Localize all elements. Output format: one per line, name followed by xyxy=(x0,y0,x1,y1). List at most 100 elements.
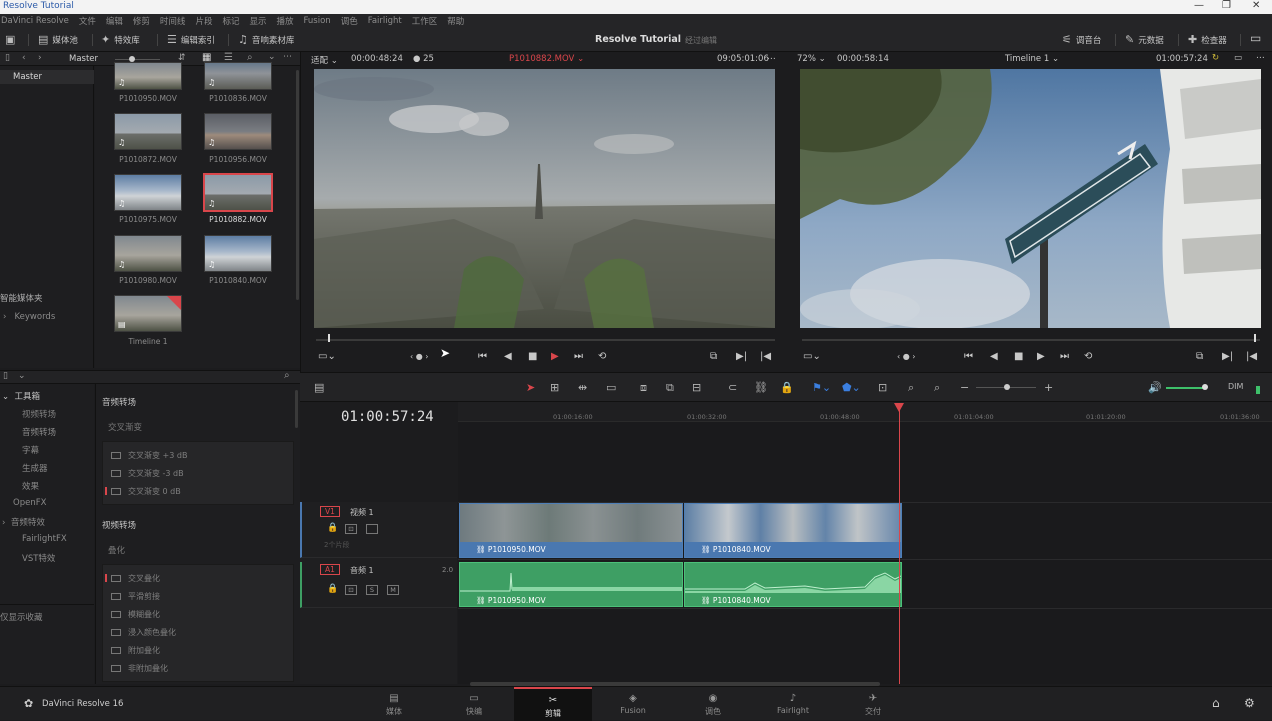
video-track-name[interactable]: 视频 1 xyxy=(350,507,374,518)
toolbox-heading[interactable]: ⌄ 工具箱 xyxy=(2,390,40,402)
inspector-button[interactable]: ✚ 检查器 xyxy=(1188,33,1227,46)
toolbox-item[interactable]: 效果 xyxy=(22,480,39,492)
more-options-icon[interactable]: ⋯ xyxy=(1256,53,1265,67)
fit-dropdown[interactable]: 适配 ⌄ xyxy=(311,54,338,68)
jog-wheel[interactable]: ‹ ● › xyxy=(897,352,915,361)
zoom-dropdown[interactable]: 72% ⌄ xyxy=(797,54,826,68)
toolbox-item[interactable]: 生成器 xyxy=(22,462,48,474)
volume-slider[interactable] xyxy=(1166,387,1206,389)
toolbox-item[interactable]: FairlightFX xyxy=(22,534,67,544)
viewer-layout-icon[interactable]: ▭⌄ xyxy=(318,351,336,362)
clip-thumbnail[interactable]: ♫ xyxy=(204,235,272,272)
zoom-out-icon[interactable]: − xyxy=(960,381,969,394)
metadata-button[interactable]: ✎ 元数据 xyxy=(1125,33,1164,46)
lock-icon[interactable]: 🔒 xyxy=(327,584,338,594)
video-track-header[interactable]: V1 视频 1 🔒 ⊡ 2个片段 xyxy=(300,502,457,558)
go-to-start-icon[interactable]: ⏮ xyxy=(964,351,973,362)
linked-selection-icon[interactable]: ⛓ xyxy=(754,381,768,394)
playhead-line[interactable] xyxy=(899,410,900,684)
dim-audio-icon[interactable]: DIM xyxy=(1228,382,1243,391)
effect-item[interactable]: 附加叠化 xyxy=(111,645,160,656)
effects-library-button[interactable]: ✦ 特效库 xyxy=(101,33,140,46)
zoom-in-icon[interactable]: + xyxy=(1044,381,1053,394)
marker-icon[interactable]: ⬟⌄ xyxy=(842,381,861,394)
audio-track-name[interactable]: 音频 1 xyxy=(350,565,374,576)
clip-thumbnail[interactable]: ♫ xyxy=(114,62,182,90)
menu-item[interactable]: 工作区 xyxy=(412,15,438,27)
source-viewer-frame[interactable] xyxy=(314,69,775,328)
dynamic-trim-icon[interactable]: ⇹ xyxy=(578,381,587,394)
insert-clip-icon[interactable]: ⧈ xyxy=(640,381,647,395)
effect-item[interactable]: 非附加叠化 xyxy=(111,663,168,674)
toolbox-item[interactable]: 音频转场 xyxy=(22,426,56,438)
page-tab-fusion[interactable]: ◈ Fusion xyxy=(594,687,672,721)
match-frame-icon[interactable]: ⧉ xyxy=(710,351,717,362)
close-button[interactable]: ✕ xyxy=(1252,0,1260,11)
menu-item[interactable]: Fairlight xyxy=(368,16,402,26)
flag-icon[interactable]: ⚑⌄ xyxy=(812,381,831,394)
source-clip-name[interactable]: P1010882.MOV ⌄ xyxy=(509,54,584,68)
favorites-toggle[interactable]: 仅显示收藏 xyxy=(0,611,43,623)
media-pool-button[interactable]: ▤ 媒体池 xyxy=(38,33,78,46)
timeline-scrubber[interactable] xyxy=(802,339,1260,341)
mute-button[interactable]: M xyxy=(387,585,399,595)
loop-icon[interactable]: ⟲ xyxy=(598,351,606,362)
monitor-toggle-button[interactable]: ▣ xyxy=(5,33,15,46)
audio-track-header[interactable]: A1 音频 1 2.0 🔒 ⊡ S M xyxy=(300,562,457,608)
menu-item[interactable]: 时间线 xyxy=(160,15,186,27)
zoom-detail-icon[interactable]: ⌕ xyxy=(908,381,914,395)
menu-item[interactable]: 编辑 xyxy=(106,15,123,27)
auto-select-icon[interactable]: ⊡ xyxy=(345,524,357,534)
page-tab-color[interactable]: ◉ 调色 xyxy=(674,687,752,721)
auto-select-icon[interactable]: ⊡ xyxy=(345,585,357,595)
more-options-icon[interactable]: ⋯ xyxy=(767,54,776,68)
loop-icon[interactable]: ⟲ xyxy=(1084,351,1092,362)
snapping-icon[interactable]: ⊂ xyxy=(728,381,737,394)
gear-icon[interactable]: ⚙ xyxy=(1244,696,1255,710)
clip-thumbnail[interactable]: ♫ xyxy=(114,113,182,150)
play-reverse-icon[interactable]: ◀ xyxy=(504,351,512,362)
home-icon[interactable]: ⌂ xyxy=(1212,696,1220,710)
video-clip[interactable]: ⛓ P1010840.MOV xyxy=(684,503,902,558)
search-icon[interactable]: ⌕ xyxy=(284,370,290,381)
sync-icon[interactable]: ↻ xyxy=(1212,53,1219,67)
effect-item[interactable]: 浸入颜色叠化 xyxy=(111,627,176,638)
back-arrow-icon[interactable]: ‹ xyxy=(22,53,26,63)
replace-clip-icon[interactable]: ⊟ xyxy=(692,381,701,394)
minimize-button[interactable]: — xyxy=(1194,0,1204,11)
zoom-slider-handle[interactable] xyxy=(1004,384,1010,390)
mark-out-icon[interactable]: |◀ xyxy=(1246,351,1257,362)
source-scrubber[interactable] xyxy=(316,339,775,341)
toolbox-item[interactable]: 字幕 xyxy=(22,444,39,456)
video-clip[interactable]: ⛓ P1010950.MOV xyxy=(459,503,683,558)
play-reverse-icon[interactable]: ◀ xyxy=(990,351,998,362)
timeline-viewer-frame[interactable] xyxy=(800,69,1261,328)
zoom-custom-icon[interactable]: ⌕ xyxy=(934,381,940,395)
timeline-name-dropdown[interactable]: Timeline 1 ⌄ xyxy=(1005,54,1059,68)
menu-item[interactable]: Fusion xyxy=(304,16,331,26)
overwrite-clip-icon[interactable]: ⧉ xyxy=(666,381,674,395)
effects-scrollbar[interactable] xyxy=(295,390,298,428)
bin-list-toggle-icon[interactable]: ▯ xyxy=(5,53,10,63)
mixer-button[interactable]: ⚟ 调音台 xyxy=(1062,33,1101,46)
audio-track-id[interactable]: A1 xyxy=(320,564,340,575)
go-to-start-icon[interactable]: ⏮ xyxy=(478,351,487,362)
menu-item[interactable]: 标记 xyxy=(222,15,239,27)
source-playhead[interactable] xyxy=(328,334,330,342)
effect-item[interactable]: 交叉渐变 +3 dB xyxy=(111,450,187,461)
menu-item[interactable]: 片段 xyxy=(195,15,212,27)
timeline-ruler[interactable]: 01:00:16:00 01:00:32:00 01:00:48:00 01:0… xyxy=(458,402,1272,422)
media-pool-scrollbar[interactable] xyxy=(296,70,299,300)
toolbox-audio-fx[interactable]: › 音频特效 xyxy=(2,516,45,528)
maximize-button[interactable]: ❐ xyxy=(1222,0,1231,11)
mark-in-icon[interactable]: ▶| xyxy=(736,351,747,362)
effect-item[interactable]: 交叉渐变 -3 dB xyxy=(111,468,184,479)
timeline-thumbnail[interactable]: ▤ xyxy=(114,295,182,332)
stop-icon[interactable]: ■ xyxy=(528,351,537,362)
smart-bin-keywords[interactable]: › Keywords xyxy=(3,312,55,322)
page-tab-edit[interactable]: ✂ 剪辑 xyxy=(514,687,592,721)
match-frame-icon[interactable]: ⧉ xyxy=(1196,351,1203,362)
lock-icon[interactable]: 🔒 xyxy=(327,523,338,533)
menu-item[interactable]: 播放 xyxy=(276,15,293,27)
trim-tool-icon[interactable]: ⊞ xyxy=(550,381,559,394)
